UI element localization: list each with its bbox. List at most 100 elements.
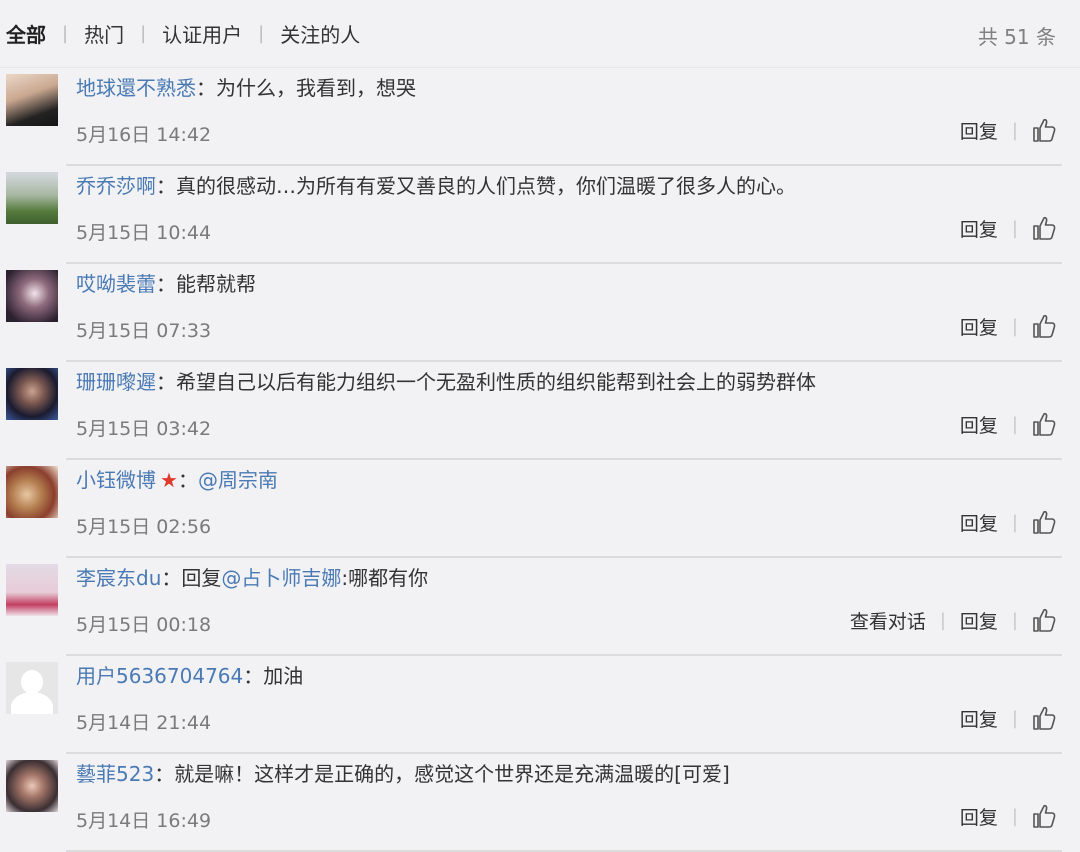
- default-avatar-icon[interactable]: [6, 662, 58, 714]
- reply-button[interactable]: 回复: [960, 803, 998, 830]
- thumbs-up-icon[interactable]: [1032, 215, 1056, 241]
- mention-link[interactable]: @周宗南: [198, 468, 278, 492]
- tab-hot[interactable]: 热门: [84, 19, 124, 48]
- avatar[interactable]: [6, 368, 58, 420]
- action-divider: |: [1011, 609, 1018, 631]
- avatar[interactable]: [6, 466, 58, 518]
- action-divider: |: [1011, 805, 1018, 827]
- comment-time: 5月15日 02:56: [76, 516, 212, 538]
- comment-text: 为什么，我看到，想哭: [216, 76, 416, 100]
- reply-button[interactable]: 回复: [960, 705, 998, 732]
- comment-actions: 查看对话 | 回复 |: [850, 606, 1056, 634]
- comment-text: 回复: [181, 566, 222, 590]
- avatar[interactable]: [6, 564, 58, 616]
- comment-item: 藝菲523：就是嘛！这样才是正确的，感觉这个世界还是充满温暖的[可爱] 5月14…: [0, 754, 1080, 852]
- comment-content: 藝菲523：就是嘛！这样才是正确的，感觉这个世界还是充满温暖的[可爱]: [76, 758, 730, 787]
- tab-following[interactable]: 关注的人: [280, 19, 360, 48]
- comment-time: 5月16日 14:42: [76, 124, 212, 146]
- comment-item: 哎呦裴蕾：能帮就帮 5月15日 07:33 回复 |: [0, 264, 1080, 362]
- comment-actions: 回复 |: [960, 410, 1056, 438]
- username-link[interactable]: 小钰微博: [76, 468, 156, 492]
- tab-all[interactable]: 全部: [6, 19, 46, 48]
- comment-time: 5月14日 16:49: [76, 810, 212, 832]
- action-divider: |: [1011, 119, 1018, 141]
- comment-actions: 回复 |: [960, 508, 1056, 536]
- avatar[interactable]: [6, 270, 58, 322]
- tab-divider: |: [140, 23, 147, 44]
- comment-content: 地球還不熟悉：为什么，我看到，想哭: [76, 72, 416, 101]
- comment-actions: 回复 |: [960, 116, 1056, 144]
- colon: ：: [156, 174, 176, 198]
- comment-text: 真的很感动…为所有有爱又善良的人们点赞，你们温暖了很多人的心。: [176, 174, 796, 198]
- colon: ：: [156, 272, 176, 296]
- comment-list: 地球還不熟悉：为什么，我看到，想哭 5月16日 14:42 回复 | 乔乔莎啊：…: [0, 68, 1080, 852]
- mention-link[interactable]: @占卜师吉娜: [221, 566, 341, 590]
- action-divider: |: [1011, 707, 1018, 729]
- comment-actions: 回复 |: [960, 214, 1056, 242]
- comment-actions: 回复 |: [960, 802, 1056, 830]
- reply-button[interactable]: 回复: [960, 411, 998, 438]
- colon: ：: [154, 762, 175, 786]
- comment-content: 李宸东du：回复@占卜师吉娜:哪都有你: [76, 562, 428, 591]
- star-badge-icon[interactable]: ★: [160, 468, 178, 492]
- comment-actions: 回复 |: [960, 704, 1056, 732]
- avatar[interactable]: [6, 172, 58, 224]
- comment-text: :哪都有你: [341, 566, 429, 590]
- comment-actions: 回复 |: [960, 312, 1056, 340]
- thumbs-up-icon[interactable]: [1032, 705, 1056, 731]
- action-divider: |: [1011, 217, 1018, 239]
- comment-time: 5月15日 03:42: [76, 418, 212, 440]
- reply-button[interactable]: 回复: [960, 607, 998, 634]
- comment-content: 乔乔莎啊：真的很感动…为所有有爱又善良的人们点赞，你们温暖了很多人的心。: [76, 170, 796, 199]
- username-link[interactable]: 用户5636704764: [76, 664, 243, 688]
- comment-filter-tabs: 全部 | 热门 | 认证用户 | 关注的人 共 51 条: [0, 0, 1080, 68]
- tab-divider: |: [258, 23, 265, 44]
- comment-item: 乔乔莎啊：真的很感动…为所有有爱又善良的人们点赞，你们温暖了很多人的心。 5月1…: [0, 166, 1080, 264]
- action-divider: |: [1011, 413, 1018, 435]
- tab-verified-users[interactable]: 认证用户: [162, 19, 242, 48]
- comment-content: 珊珊嚟遲：希望自己以后有能力组织一个无盈利性质的组织能帮到社会上的弱势群体: [76, 366, 816, 395]
- colon: ：: [177, 468, 198, 492]
- username-link[interactable]: 藝菲523: [76, 762, 154, 786]
- colon: ：: [161, 566, 182, 590]
- thumbs-up-icon[interactable]: [1032, 509, 1056, 535]
- thumbs-up-icon[interactable]: [1032, 607, 1056, 633]
- comment-item: 地球還不熟悉：为什么，我看到，想哭 5月16日 14:42 回复 |: [0, 68, 1080, 166]
- username-link[interactable]: 珊珊嚟遲: [76, 370, 156, 394]
- comment-text: 加油: [263, 664, 304, 688]
- comment-content: 用户5636704764：加油: [76, 660, 303, 689]
- comment-content: 哎呦裴蕾：能帮就帮: [76, 268, 256, 297]
- comment-text: 就是嘛！这样才是正确的，感觉这个世界还是充满温暖的[可爱]: [174, 762, 730, 786]
- comment-count: 共 51 条: [977, 25, 1056, 49]
- comment-time: 5月15日 10:44: [76, 222, 212, 244]
- tab-divider: |: [62, 23, 69, 44]
- colon: ：: [196, 76, 216, 100]
- thumbs-up-icon[interactable]: [1032, 117, 1056, 143]
- reply-button[interactable]: 回复: [960, 509, 998, 536]
- avatar[interactable]: [6, 760, 58, 812]
- avatar[interactable]: [6, 74, 58, 126]
- comment-content: 小钰微博 ★：@周宗南: [76, 464, 278, 493]
- comment-item: 珊珊嚟遲：希望自己以后有能力组织一个无盈利性质的组织能帮到社会上的弱势群体 5月…: [0, 362, 1080, 460]
- comment-text: 能帮就帮: [176, 272, 256, 296]
- thumbs-up-icon[interactable]: [1032, 803, 1056, 829]
- username-link[interactable]: 哎呦裴蕾: [76, 272, 156, 296]
- username-link[interactable]: 地球還不熟悉: [76, 76, 196, 100]
- username-link[interactable]: 李宸东du: [76, 566, 161, 590]
- action-divider: |: [1011, 315, 1018, 337]
- comment-item: 李宸东du：回复@占卜师吉娜:哪都有你 5月15日 00:18 查看对话 | 回…: [0, 558, 1080, 656]
- thumbs-up-icon[interactable]: [1032, 313, 1056, 339]
- reply-button[interactable]: 回复: [960, 313, 998, 340]
- action-divider: |: [1011, 511, 1018, 533]
- colon: ：: [243, 664, 264, 688]
- thumbs-up-icon[interactable]: [1032, 411, 1056, 437]
- view-conversation-button[interactable]: 查看对话: [850, 607, 926, 634]
- comment-item: 用户5636704764：加油 5月14日 21:44 回复 |: [0, 656, 1080, 754]
- reply-button[interactable]: 回复: [960, 215, 998, 242]
- comment-time: 5月14日 21:44: [76, 712, 212, 734]
- comment-time: 5月15日 07:33: [76, 320, 212, 342]
- colon: ：: [156, 370, 176, 394]
- reply-button[interactable]: 回复: [960, 117, 998, 144]
- username-link[interactable]: 乔乔莎啊: [76, 174, 156, 198]
- comment-text: 希望自己以后有能力组织一个无盈利性质的组织能帮到社会上的弱势群体: [176, 370, 816, 394]
